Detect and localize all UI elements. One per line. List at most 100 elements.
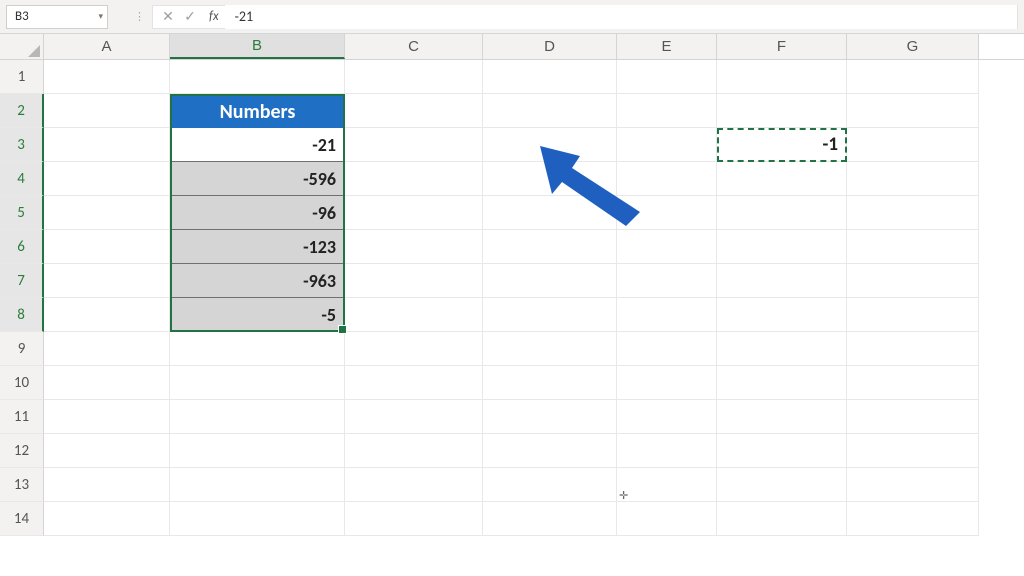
- cell[interactable]: [44, 332, 170, 366]
- cell[interactable]: [483, 366, 617, 400]
- cell[interactable]: [483, 434, 617, 468]
- cell-C7[interactable]: [345, 264, 483, 298]
- cell-G4[interactable]: [847, 162, 979, 196]
- cell[interactable]: [617, 502, 717, 536]
- cell[interactable]: [483, 468, 617, 502]
- cell-B3[interactable]: -21: [170, 128, 345, 162]
- col-header-C[interactable]: C: [345, 34, 483, 59]
- cell-B6[interactable]: -123: [170, 230, 345, 264]
- row-header[interactable]: 12: [0, 434, 44, 468]
- cell-C5[interactable]: [345, 196, 483, 230]
- cell-B4[interactable]: -596: [170, 162, 345, 196]
- cell[interactable]: [44, 434, 170, 468]
- cell[interactable]: [617, 468, 717, 502]
- row-header[interactable]: 3: [0, 128, 44, 162]
- col-header-F[interactable]: F: [717, 34, 847, 59]
- cell[interactable]: [617, 332, 717, 366]
- fx-icon[interactable]: fx: [209, 9, 219, 24]
- cell-D5[interactable]: [483, 196, 617, 230]
- cell-A6[interactable]: [44, 230, 170, 264]
- cell-C8[interactable]: [345, 298, 483, 332]
- cell-E8[interactable]: [617, 298, 717, 332]
- cell-E3[interactable]: [617, 128, 717, 162]
- select-all-triangle[interactable]: [0, 34, 44, 59]
- col-header-A[interactable]: A: [44, 34, 170, 59]
- cell-D4[interactable]: [483, 162, 617, 196]
- cell[interactable]: [345, 468, 483, 502]
- cell[interactable]: [345, 332, 483, 366]
- cell-F2[interactable]: [717, 94, 847, 128]
- cell-D7[interactable]: [483, 264, 617, 298]
- cell-F7[interactable]: [717, 264, 847, 298]
- cell[interactable]: [847, 502, 979, 536]
- cell-E6[interactable]: [617, 230, 717, 264]
- cell-A2[interactable]: [44, 94, 170, 128]
- cell[interactable]: [617, 400, 717, 434]
- cell[interactable]: [483, 502, 617, 536]
- cell-C1[interactable]: [345, 60, 483, 94]
- cell-G3[interactable]: [847, 128, 979, 162]
- cell-A3[interactable]: [44, 128, 170, 162]
- cell-G2[interactable]: [847, 94, 979, 128]
- cell-B8[interactable]: -5: [170, 298, 345, 332]
- cell-D1[interactable]: [483, 60, 617, 94]
- cell-C4[interactable]: [345, 162, 483, 196]
- cell-F4[interactable]: [717, 162, 847, 196]
- cell[interactable]: [617, 434, 717, 468]
- cell-C3[interactable]: [345, 128, 483, 162]
- row-header[interactable]: 13: [0, 468, 44, 502]
- enter-icon[interactable]: ✓: [181, 8, 199, 25]
- cell[interactable]: [717, 366, 847, 400]
- cell[interactable]: [44, 468, 170, 502]
- cell-C2[interactable]: [345, 94, 483, 128]
- row-header[interactable]: 14: [0, 502, 44, 536]
- cell-B5[interactable]: -96: [170, 196, 345, 230]
- cell-F1[interactable]: [717, 60, 847, 94]
- name-box[interactable]: B3 ▾: [6, 5, 108, 29]
- cell-G6[interactable]: [847, 230, 979, 264]
- cell-E1[interactable]: [617, 60, 717, 94]
- cell-B7[interactable]: -963: [170, 264, 345, 298]
- cell[interactable]: [717, 434, 847, 468]
- cell[interactable]: [345, 366, 483, 400]
- col-header-D[interactable]: D: [483, 34, 617, 59]
- cell[interactable]: [847, 434, 979, 468]
- cell[interactable]: [717, 400, 847, 434]
- cell[interactable]: [170, 400, 345, 434]
- col-header-G[interactable]: G: [847, 34, 979, 59]
- cell[interactable]: [345, 400, 483, 434]
- cell-G1[interactable]: [847, 60, 979, 94]
- row-header[interactable]: 7: [0, 264, 44, 298]
- cell[interactable]: [717, 332, 847, 366]
- cell[interactable]: [170, 468, 345, 502]
- cell-A5[interactable]: [44, 196, 170, 230]
- cell[interactable]: [617, 366, 717, 400]
- cell-D3[interactable]: [483, 128, 617, 162]
- cell-F5[interactable]: [717, 196, 847, 230]
- cell[interactable]: [170, 332, 345, 366]
- cell-E4[interactable]: [617, 162, 717, 196]
- cell[interactable]: [847, 332, 979, 366]
- cell[interactable]: [44, 502, 170, 536]
- row-header[interactable]: 8: [0, 298, 44, 332]
- cell[interactable]: [170, 434, 345, 468]
- cell-F8[interactable]: [717, 298, 847, 332]
- cell[interactable]: [847, 468, 979, 502]
- row-header[interactable]: 11: [0, 400, 44, 434]
- col-header-B[interactable]: B: [170, 34, 345, 59]
- cell-D2[interactable]: [483, 94, 617, 128]
- cell[interactable]: [44, 366, 170, 400]
- cell[interactable]: [483, 400, 617, 434]
- row-header[interactable]: 5: [0, 196, 44, 230]
- cell-A1[interactable]: [44, 60, 170, 94]
- cell[interactable]: [717, 502, 847, 536]
- row-header[interactable]: 6: [0, 230, 44, 264]
- cell-B1[interactable]: [170, 60, 345, 94]
- cell-G5[interactable]: [847, 196, 979, 230]
- cell-E5[interactable]: [617, 196, 717, 230]
- cell-A8[interactable]: [44, 298, 170, 332]
- cell-B2-header[interactable]: Numbers: [170, 94, 345, 128]
- formula-input[interactable]: -21: [225, 5, 1017, 29]
- cell-D8[interactable]: [483, 298, 617, 332]
- row-header[interactable]: 1: [0, 60, 44, 94]
